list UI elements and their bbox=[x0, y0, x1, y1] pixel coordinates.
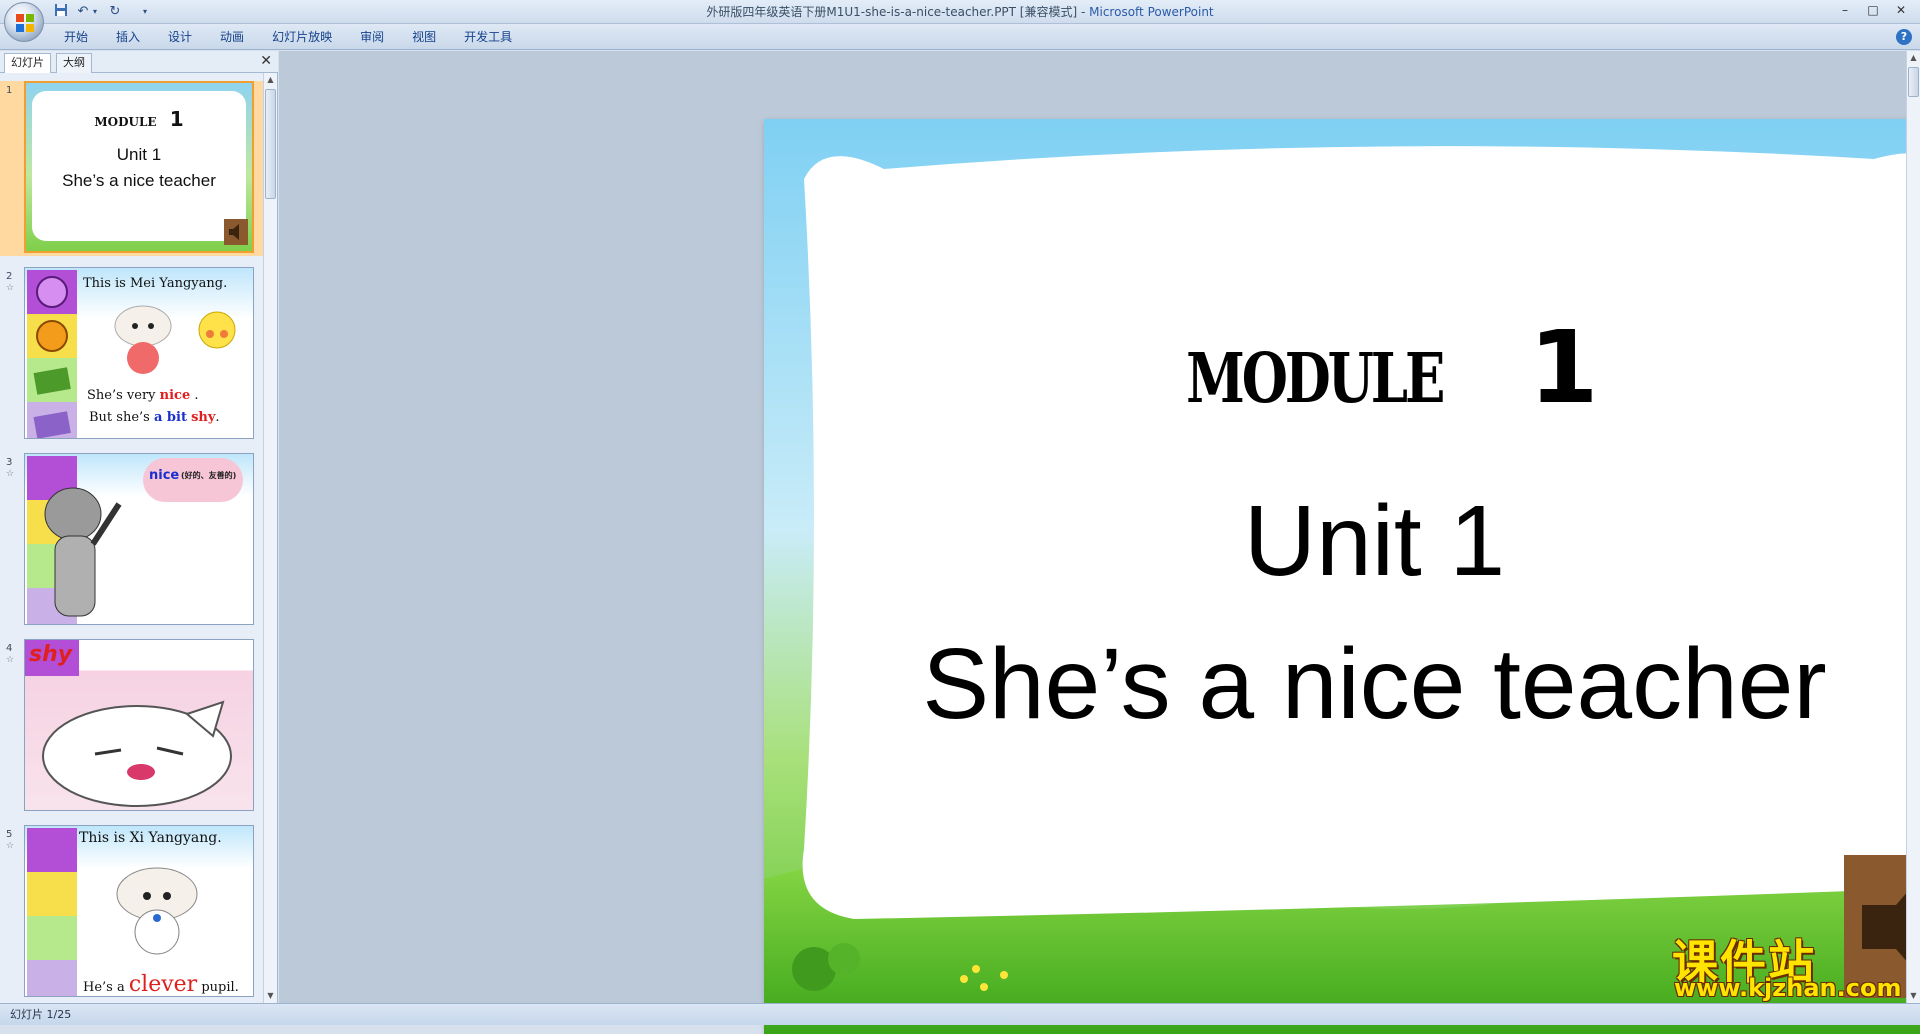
shy-character-image bbox=[42, 700, 232, 807]
scroll-down-icon[interactable]: ▼ bbox=[264, 989, 277, 1003]
module-number: 1 bbox=[1528, 309, 1599, 426]
side-icon-strip bbox=[25, 268, 79, 438]
customize-icon[interactable]: ▾ bbox=[136, 3, 154, 21]
slide-number: 5 bbox=[6, 829, 13, 840]
scroll-up-icon[interactable]: ▲ bbox=[264, 73, 277, 87]
thumbnail-frame: This is Xi Yangyang. He’s a clever pupil… bbox=[24, 825, 254, 997]
site-watermark: 课件站 www.kjzhan.com bbox=[1668, 926, 1908, 1002]
ribbon: 开始 插入 设计 动画 幻灯片放映 审阅 视图 开发工具 ? bbox=[0, 24, 1920, 50]
clock-icon bbox=[27, 314, 77, 358]
slide-editor: MODULE 1 Unit 1 She’s a nice teacher bbox=[279, 51, 1920, 1034]
office-button[interactable] bbox=[4, 2, 44, 42]
tab-outline[interactable]: 大纲 bbox=[56, 53, 92, 73]
slide-number: 3 bbox=[6, 457, 13, 468]
editor-scrollbar[interactable]: ▲ ▼ bbox=[1906, 51, 1920, 1003]
thumb-unit: Unit 1 bbox=[116, 145, 162, 164]
clock-icon bbox=[27, 828, 77, 872]
scroll-down-icon[interactable]: ▼ bbox=[1907, 989, 1920, 1003]
tab-design[interactable]: 设计 bbox=[154, 24, 206, 50]
lesson-title: She’s a nice teacher bbox=[922, 628, 1827, 740]
redo-icon[interactable]: ↻ bbox=[106, 3, 124, 21]
current-slide[interactable]: MODULE 1 Unit 1 She’s a nice teacher bbox=[764, 119, 1920, 1034]
speaker-icon bbox=[224, 219, 248, 245]
tab-developer[interactable]: 开发工具 bbox=[450, 24, 526, 50]
ribbon-tabs: 开始 插入 设计 动画 幻灯片放映 审阅 视图 开发工具 bbox=[50, 24, 526, 50]
book-icon bbox=[27, 402, 77, 438]
module-heading: MODULE 1 bbox=[764, 309, 1920, 426]
tab-home[interactable]: 开始 bbox=[50, 24, 102, 50]
undo-dropdown-icon[interactable]: ▾ bbox=[86, 3, 104, 21]
thumb-module-num: 1 bbox=[169, 107, 184, 131]
slide-number: 1 bbox=[6, 85, 13, 96]
scroll-thumb[interactable] bbox=[1908, 67, 1919, 97]
sheep-character-image bbox=[116, 867, 198, 955]
thumbnail-scrollbar[interactable]: ▲ ▼ bbox=[263, 73, 277, 1003]
tab-view[interactable]: 视图 bbox=[398, 24, 450, 50]
save-icon[interactable] bbox=[52, 3, 70, 21]
thumb-subtitle: She’s a nice teacher bbox=[62, 171, 216, 190]
slide-thumbnail-3[interactable]: 3 ☆ nice (好的、友善的) bbox=[0, 453, 264, 628]
watermark-url: www.kjzhan.com bbox=[1674, 974, 1902, 1002]
book-icon bbox=[27, 358, 77, 402]
tab-slides[interactable]: 幻灯片 bbox=[4, 53, 51, 73]
app-name: Microsoft PowerPoint bbox=[1089, 5, 1214, 19]
slide-counter: 幻灯片 1/25 bbox=[10, 1008, 72, 1021]
thumbnail-frame: MODULE 1 Unit 1 She’s a nice teacher bbox=[24, 81, 254, 253]
unit-title: Unit 1 bbox=[1243, 485, 1506, 597]
slide-number: 4 bbox=[6, 643, 13, 654]
animation-star-icon: ☆ bbox=[6, 283, 15, 293]
slides-pane: 幻灯片 大纲 ✕ 1 MODULE 1 Unit 1 She’s a nice … bbox=[0, 51, 278, 1003]
pane-tabs: 幻灯片 大纲 ✕ bbox=[0, 51, 278, 73]
animation-star-icon: ☆ bbox=[6, 841, 15, 851]
window-title: 外研版四年级英语下册M1U1-she-is-a-nice-teacher.PPT… bbox=[706, 5, 1214, 19]
tab-insert[interactable]: 插入 bbox=[102, 24, 154, 50]
cat-character-image bbox=[44, 487, 122, 617]
document-title: 外研版四年级英语下册M1U1-she-is-a-nice-teacher.PPT… bbox=[706, 5, 1078, 19]
sheep-character-image bbox=[114, 305, 172, 374]
book-icon bbox=[27, 916, 77, 960]
slide-thumbnail-1[interactable]: 1 MODULE 1 Unit 1 She’s a nice teacher bbox=[0, 81, 264, 256]
thumbnail-frame: shy bbox=[24, 639, 254, 811]
tab-slideshow[interactable]: 幻灯片放映 bbox=[258, 24, 346, 50]
office-logo-icon bbox=[16, 14, 34, 32]
close-button[interactable]: ✕ bbox=[1888, 2, 1914, 20]
animation-star-icon: ☆ bbox=[6, 469, 15, 479]
close-pane-icon[interactable]: ✕ bbox=[260, 53, 272, 69]
tab-review[interactable]: 审阅 bbox=[346, 24, 398, 50]
slide-thumbnail-4[interactable]: 4 ☆ shy bbox=[0, 639, 264, 814]
maximize-button[interactable]: □ bbox=[1860, 2, 1886, 20]
module-word: MODULE bbox=[1186, 339, 1446, 419]
thumb-module-word: MODULE bbox=[94, 115, 157, 129]
book-icon bbox=[27, 960, 77, 996]
slide-thumbnail-2[interactable]: 2 ☆ This is Mei Yangyang. She’s very nic… bbox=[0, 267, 264, 442]
shy-face-icon bbox=[198, 311, 236, 349]
clock-icon bbox=[27, 872, 77, 916]
scroll-thumb[interactable] bbox=[265, 89, 276, 199]
window-controls: – □ ✕ bbox=[1832, 2, 1914, 22]
status-bar: 幻灯片 1/25 bbox=[0, 1003, 1920, 1025]
help-icon[interactable]: ? bbox=[1896, 29, 1912, 45]
shy-word: shy bbox=[29, 642, 73, 667]
minimize-button[interactable]: – bbox=[1832, 2, 1858, 20]
tab-animations[interactable]: 动画 bbox=[206, 24, 258, 50]
slide-thumbnail-5[interactable]: 5 ☆ This is Xi Yangyang. He’s a clever p… bbox=[0, 825, 264, 1000]
thumbnail-frame: This is Mei Yangyang. She’s very nice . … bbox=[24, 267, 254, 439]
thumbnail-frame: nice (好的、友善的) bbox=[24, 453, 254, 625]
animation-star-icon: ☆ bbox=[6, 655, 15, 665]
thumbnail-list: 1 MODULE 1 Unit 1 She’s a nice teacher 2… bbox=[0, 73, 264, 1003]
scroll-up-icon[interactable]: ▲ bbox=[1907, 51, 1920, 65]
slide-number: 2 bbox=[6, 271, 13, 282]
title-bar: 外研版四年级英语下册M1U1-she-is-a-nice-teacher.PPT… bbox=[0, 0, 1920, 24]
clock-icon bbox=[27, 270, 77, 314]
